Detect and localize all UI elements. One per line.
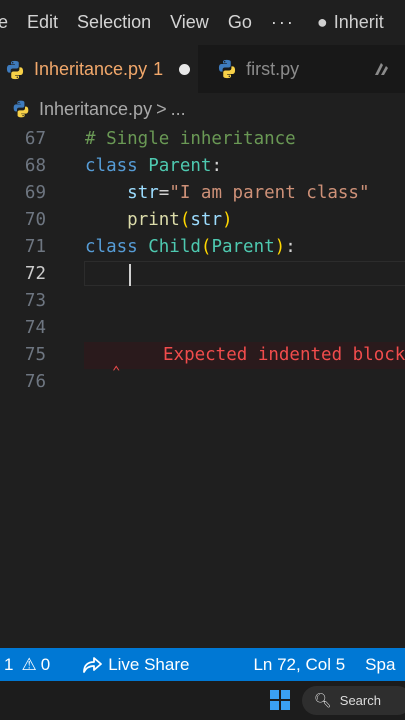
window-title: ● Inherit xyxy=(317,12,403,33)
menu-edit[interactable]: Edit xyxy=(27,12,58,33)
code-line[interactable]: 75 ⌃ Expected indented block xyxy=(0,342,405,380)
code-line[interactable]: 72 xyxy=(0,261,405,288)
taskbar: 🔍︎ Search xyxy=(0,681,405,720)
menu-bar: e Edit Selection View Go ··· ● Inherit xyxy=(0,0,405,45)
code-token: class xyxy=(85,156,149,176)
windows-start-icon[interactable] xyxy=(270,690,290,710)
search-label: Search xyxy=(339,693,381,708)
code-token: str xyxy=(127,183,159,203)
error-count: 1 xyxy=(4,654,14,674)
problems-indicator[interactable]: 1 ⚠ 0 xyxy=(4,655,50,675)
live-share-button[interactable]: Live Share xyxy=(82,655,189,675)
line-number: 73 xyxy=(24,291,46,311)
menu-selection[interactable]: Selection xyxy=(77,12,151,33)
code-token: print xyxy=(127,210,180,230)
code-token: ( xyxy=(200,237,212,257)
code-token: ) xyxy=(222,210,233,230)
code-line[interactable]: 74 xyxy=(0,315,405,342)
python-icon xyxy=(219,59,236,79)
line-number: 69 xyxy=(24,183,46,203)
code-token: "I am parent class" xyxy=(169,183,370,203)
window-title-text: Inherit xyxy=(333,12,384,32)
tab-label: Inheritance.py xyxy=(34,59,148,79)
menu-go[interactable]: Go xyxy=(228,12,252,33)
code-text: str="I am parent class" xyxy=(85,180,370,207)
code-token: : xyxy=(211,156,222,176)
code-token: = xyxy=(158,183,170,203)
search-icon: 🔍︎ xyxy=(314,692,332,708)
code-line[interactable]: 73 xyxy=(0,288,405,315)
code-line[interactable]: 76 xyxy=(0,369,405,396)
line-number: 74 xyxy=(24,318,46,338)
code-token: Child xyxy=(148,237,201,257)
warning-icon: ⚠ xyxy=(21,654,37,674)
indentation-setting[interactable]: Spa xyxy=(365,655,395,675)
current-line-highlight xyxy=(84,261,405,286)
cursor-position[interactable]: Ln 72, Col 5 xyxy=(253,655,345,675)
code-line[interactable]: 67 # Single inheritance xyxy=(0,126,405,153)
tab-problem-count: 1 xyxy=(153,59,164,79)
code-token: # Single inheritance xyxy=(85,129,296,149)
text-cursor xyxy=(129,264,131,286)
code-token: class xyxy=(85,237,149,257)
code-editor[interactable]: 67 # Single inheritance 68 class Parent: 69 … xyxy=(0,125,405,648)
code-line[interactable]: 68 class Parent: xyxy=(0,153,405,180)
breadcrumb-symbols[interactable]: ... xyxy=(171,99,186,120)
tab-inheritance[interactable]: Inheritance.py 1 xyxy=(0,45,199,93)
code-token: : xyxy=(285,237,296,257)
line-number: 68 xyxy=(24,156,46,176)
taskbar-search[interactable]: 🔍︎ Search xyxy=(302,686,405,715)
code-text: class Child(Parent): xyxy=(85,234,296,261)
python-icon xyxy=(13,100,29,118)
line-number: 72 xyxy=(24,264,46,284)
editor-tabs: Inheritance.py 1 first.py xyxy=(0,45,405,93)
modified-dot-icon[interactable] xyxy=(179,64,191,75)
code-token: ( xyxy=(179,210,191,230)
code-line[interactable]: 71 class Child(Parent): xyxy=(0,234,405,261)
live-share-label: Live Share xyxy=(108,654,190,674)
code-text: class Parent: xyxy=(85,153,222,180)
breadcrumb: Inheritance.py > ... xyxy=(0,93,405,125)
tab-label: first.py xyxy=(246,58,300,79)
menu-file[interactable]: e xyxy=(0,12,8,33)
code-token: str xyxy=(190,210,222,230)
status-bar: 1 ⚠ 0 Live Share Ln 72, Col 5 Spa xyxy=(0,648,405,681)
inline-error-message: Expected indented block xyxy=(163,345,405,365)
menu-more[interactable]: ··· xyxy=(271,12,295,33)
unsaved-dot-icon: ● xyxy=(316,12,328,32)
file-icon xyxy=(374,63,388,75)
line-number: 76 xyxy=(24,372,46,392)
line-number: 67 xyxy=(24,129,46,149)
code-token: Parent xyxy=(148,156,212,176)
menu-view[interactable]: View xyxy=(170,12,209,33)
code-line[interactable]: 70 print(str) xyxy=(0,207,405,234)
line-number: 75 xyxy=(24,345,46,365)
line-number: 70 xyxy=(24,210,46,230)
code-text: print(str) xyxy=(85,207,233,234)
code-token: ) xyxy=(274,237,286,257)
breadcrumb-separator: > xyxy=(156,98,167,119)
line-number: 71 xyxy=(24,237,46,257)
code-text: # Single inheritance xyxy=(85,126,296,153)
live-share-icon xyxy=(83,656,103,673)
tab-overflow[interactable] xyxy=(366,45,405,93)
tab-first[interactable]: first.py xyxy=(198,45,366,93)
code-token: Parent xyxy=(211,237,275,257)
code-line[interactable]: 69 str="I am parent class" xyxy=(0,180,405,207)
python-icon xyxy=(6,60,24,79)
breadcrumb-file[interactable]: Inheritance.py xyxy=(39,99,152,120)
warning-count: 0 xyxy=(40,654,51,674)
